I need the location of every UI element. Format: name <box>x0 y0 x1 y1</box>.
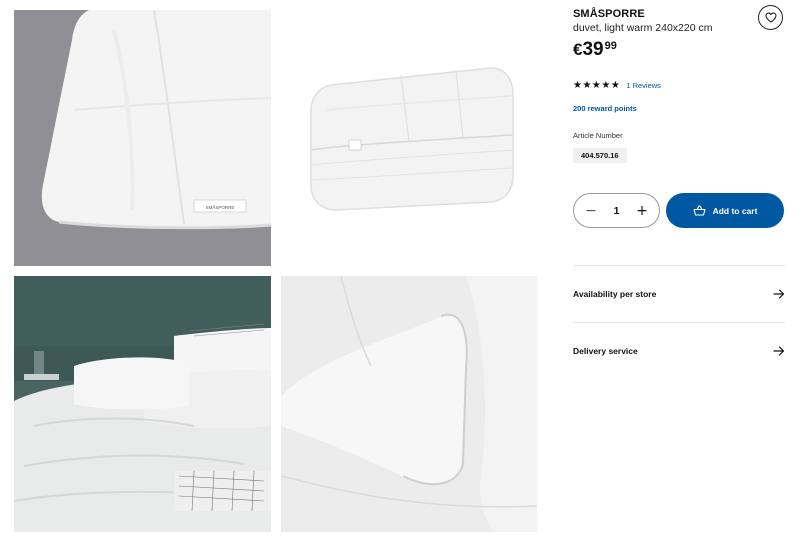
reviews-link[interactable]: 1 Reviews <box>626 81 661 90</box>
product-info-panel: SMÅSPORRE duvet, light warm 240x220 cm €… <box>573 0 785 537</box>
duvet-tag-text: SMÅSPORRE <box>206 204 235 210</box>
cart-icon <box>693 205 706 216</box>
divider <box>573 265 785 266</box>
add-to-cart-label: Add to cart <box>712 205 758 216</box>
reward-points-link[interactable]: 200 reward points <box>573 104 637 113</box>
quantity-value[interactable]: 1 <box>614 205 620 217</box>
product-rating[interactable]: ★★★★★ 1 Reviews <box>573 80 661 91</box>
rating-stars: ★★★★★ <box>573 80 621 91</box>
product-gallery: SMÅSPORRE <box>0 0 550 537</box>
product-description: duvet, light warm 240x220 cm <box>573 22 713 34</box>
product-name: SMÅSPORRE <box>573 8 645 20</box>
price-decimal: 99 <box>604 40 617 52</box>
product-image-folded[interactable] <box>281 10 537 266</box>
delivery-label: Delivery service <box>573 346 638 356</box>
arrow-right-icon <box>773 289 785 299</box>
availability-label: Availability per store <box>573 289 657 299</box>
quantity-stepper: − 1 + <box>573 193 660 228</box>
quantity-increase-button[interactable]: + <box>635 203 649 219</box>
delivery-service-link[interactable]: Delivery service <box>573 341 785 361</box>
quantity-decrease-button[interactable]: − <box>584 203 598 219</box>
wishlist-button[interactable] <box>758 5 783 30</box>
arrow-right-icon <box>773 346 785 356</box>
availability-per-store-link[interactable]: Availability per store <box>573 284 785 304</box>
article-number-value: 404.570.16 <box>573 148 627 163</box>
price-currency: € <box>573 40 583 59</box>
divider <box>573 322 785 323</box>
product-image-bedroom[interactable] <box>14 276 271 532</box>
product-price: € 39 99 <box>573 39 617 61</box>
article-number-label: Article Number <box>573 131 623 140</box>
add-to-cart-button[interactable]: Add to cart <box>666 193 784 228</box>
price-integer: 39 <box>582 39 604 60</box>
heart-icon <box>765 12 776 23</box>
product-image-bed-closeup[interactable]: SMÅSPORRE <box>14 10 271 266</box>
product-image-corner-closeup[interactable] <box>281 276 537 532</box>
